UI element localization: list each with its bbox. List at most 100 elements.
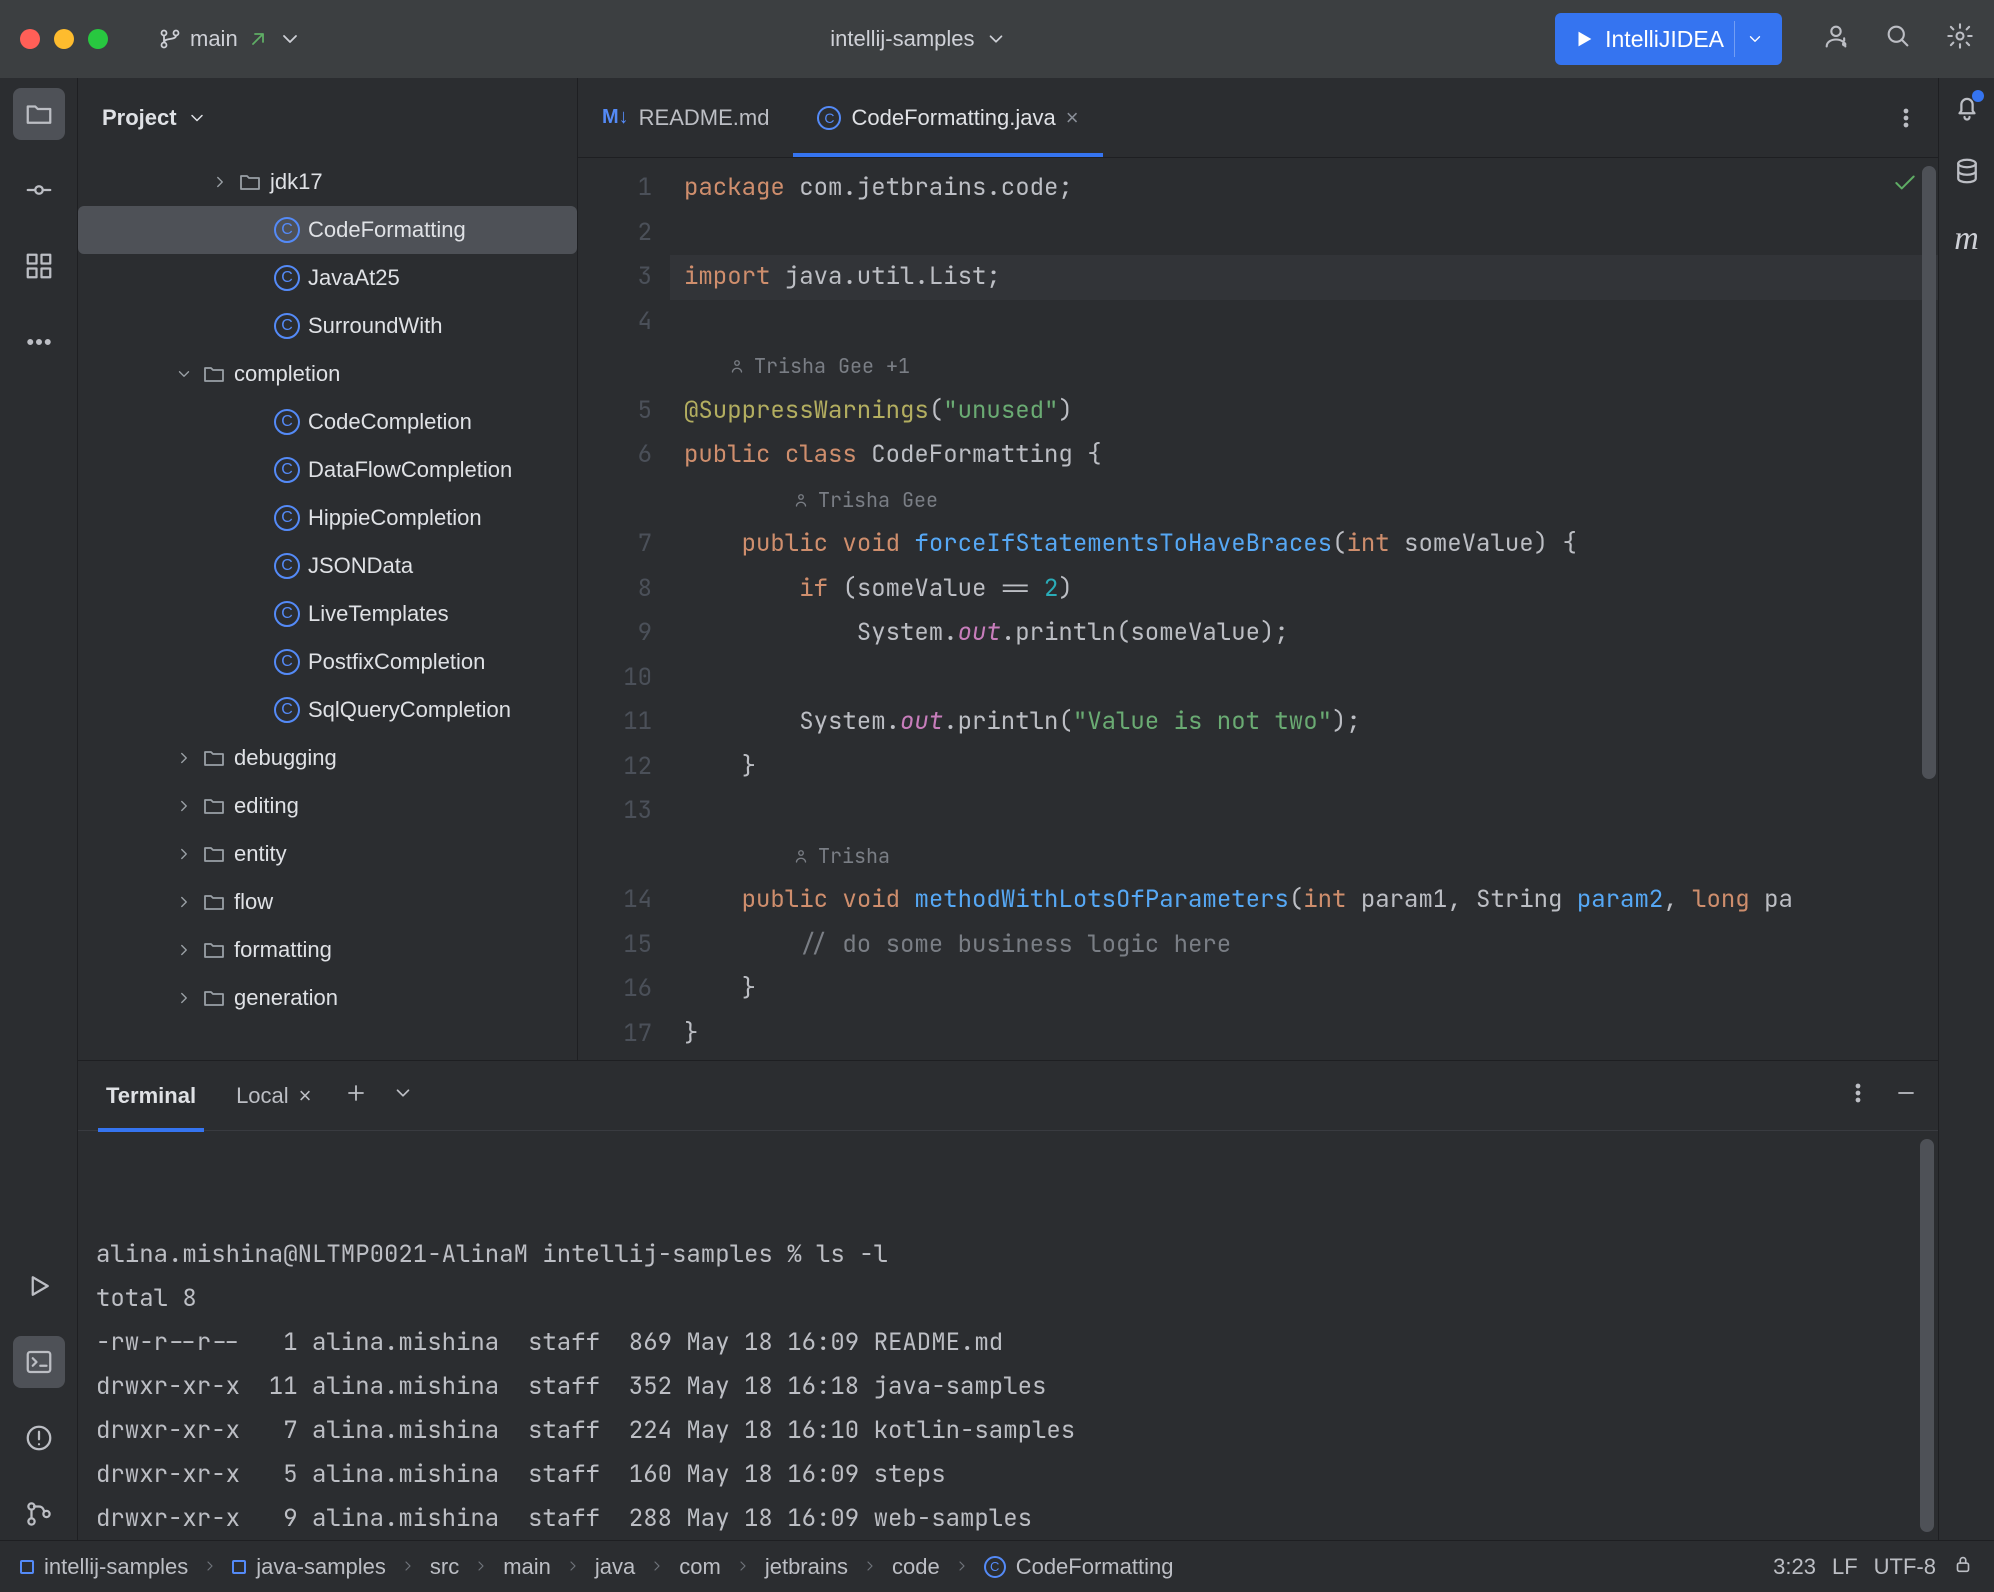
problems-tool[interactable] (13, 1412, 65, 1464)
hide-terminal[interactable] (1894, 1081, 1918, 1111)
tree-item[interactable]: CDataFlowCompletion (78, 446, 577, 494)
code-line[interactable]: package com.jetbrains.code; (684, 166, 1938, 211)
more-tools[interactable] (13, 316, 65, 368)
code-line[interactable]: // do some business logic here (684, 923, 1938, 968)
close-icon[interactable]: × (1066, 105, 1079, 131)
code-line[interactable]: public void forceIfStatementsToHaveBrace… (684, 522, 1938, 567)
code-line[interactable]: } (684, 967, 1938, 1012)
breadcrumb-item[interactable]: main (503, 1554, 551, 1580)
zoom-window[interactable] (88, 29, 108, 49)
code-line[interactable]: if (someValue == 2) (684, 567, 1938, 612)
tree-item[interactable]: CHippieCompletion (78, 494, 577, 542)
chevron-right-icon[interactable] (174, 893, 194, 911)
project-sidebar-header[interactable]: Project (78, 78, 577, 158)
tree-item[interactable]: CPostfixCompletion (78, 638, 577, 686)
code-line[interactable]: System.out.println(someValue); (684, 611, 1938, 656)
chevron-down-icon[interactable] (985, 28, 1007, 50)
breadcrumb-item[interactable]: com (679, 1554, 721, 1580)
terminal-title-tab[interactable]: Terminal (98, 1063, 204, 1132)
project-tree[interactable]: jdk17CCodeFormattingCJavaAt25CSurroundWi… (78, 158, 577, 1060)
code-editor[interactable]: 1234567891011121314151617 package com.je… (578, 158, 1938, 1060)
tree-item[interactable]: jdk17 (78, 158, 577, 206)
terminal-body[interactable]: alina.mishina@NLTMP0021-AlinaM intellij-… (78, 1131, 1938, 1540)
editor-tab[interactable]: M↓README.md (578, 78, 793, 157)
git-tool[interactable] (13, 1488, 65, 1540)
tabs-more[interactable] (1874, 78, 1938, 157)
vcs-branch[interactable]: main (158, 26, 302, 52)
breadcrumb-item[interactable]: java (595, 1554, 635, 1580)
close-icon[interactable]: × (299, 1083, 312, 1109)
gear-icon[interactable] (1946, 22, 1974, 56)
commit-tool[interactable] (13, 164, 65, 216)
terminal-scrollbar[interactable] (1920, 1139, 1934, 1532)
code-line[interactable] (684, 656, 1938, 701)
breadcrumb-item[interactable]: CCodeFormatting (984, 1554, 1174, 1580)
breadcrumb-item[interactable]: code (892, 1554, 940, 1580)
new-terminal-button[interactable] (344, 1081, 368, 1111)
database-tool[interactable] (1952, 156, 1982, 192)
tree-item[interactable]: flow (78, 878, 577, 926)
inspection-ok-icon[interactable] (1892, 170, 1918, 204)
tree-item[interactable]: formatting (78, 926, 577, 974)
notifications-tool[interactable] (1952, 92, 1982, 128)
author-hint[interactable]: Trisha Gee (684, 478, 1938, 523)
tree-item[interactable]: entity (78, 830, 577, 878)
breadcrumb-item[interactable]: jetbrains (765, 1554, 848, 1580)
chevron-down-icon[interactable] (174, 365, 194, 383)
code-line[interactable]: import java.util.List; (670, 255, 1938, 300)
breadcrumbs[interactable]: intellij-samples java-samples src main java c… (20, 1554, 1173, 1580)
file-encoding[interactable]: UTF-8 (1874, 1554, 1936, 1580)
tree-item[interactable]: CJavaAt25 (78, 254, 577, 302)
tree-item[interactable]: generation (78, 974, 577, 1022)
chevron-right-icon[interactable] (174, 941, 194, 959)
caret-position[interactable]: 3:23 (1773, 1554, 1816, 1580)
code-line[interactable]: } (684, 745, 1938, 790)
code-line[interactable] (684, 789, 1938, 834)
tree-item[interactable]: completion (78, 350, 577, 398)
code-line[interactable]: @SuppressWarnings("unused") (684, 389, 1938, 434)
line-separator[interactable]: LF (1832, 1554, 1858, 1580)
code-line[interactable] (684, 211, 1938, 256)
run-button[interactable]: IntelliJIDEA (1555, 13, 1782, 65)
minimize-window[interactable] (54, 29, 74, 49)
code-line[interactable] (684, 300, 1938, 345)
editor-tab[interactable]: CCodeFormatting.java× (793, 78, 1102, 157)
structure-tool[interactable] (13, 240, 65, 292)
gutter[interactable]: 1234567891011121314151617 (578, 158, 670, 1060)
terminal-session-tab[interactable]: Local × (228, 1061, 319, 1130)
tree-item[interactable]: CSurroundWith (78, 302, 577, 350)
run-dropdown[interactable] (1734, 21, 1764, 57)
code-line[interactable]: System.out.println("Value is not two"); (684, 700, 1938, 745)
chevron-right-icon[interactable] (174, 749, 194, 767)
code-line[interactable]: public void methodWithLotsOfParameters(i… (684, 878, 1938, 923)
terminal-tool[interactable] (13, 1336, 65, 1388)
code-line[interactable]: } (684, 1012, 1938, 1057)
tree-item[interactable]: CCodeFormatting (78, 206, 577, 254)
tree-item[interactable]: editing (78, 782, 577, 830)
code-lines[interactable]: package com.jetbrains.code; import java.u… (670, 158, 1938, 1060)
close-window[interactable] (20, 29, 40, 49)
code-line[interactable]: public class CodeFormatting { (684, 433, 1938, 478)
search-icon[interactable] (1884, 22, 1912, 56)
project-tool[interactable] (13, 88, 65, 140)
tree-item[interactable]: debugging (78, 734, 577, 782)
tree-item[interactable]: CSqlQueryCompletion (78, 686, 577, 734)
terminal-dropdown[interactable] (392, 1082, 414, 1110)
editor-scrollbar[interactable] (1922, 166, 1936, 779)
chevron-right-icon[interactable] (210, 173, 230, 191)
chevron-right-icon[interactable] (174, 989, 194, 1007)
chevron-right-icon[interactable] (174, 797, 194, 815)
breadcrumb-item[interactable]: java-samples (232, 1554, 386, 1580)
terminal-more[interactable] (1846, 1081, 1870, 1111)
tree-item[interactable]: CJSONData (78, 542, 577, 590)
tree-item[interactable]: CCodeCompletion (78, 398, 577, 446)
author-hint[interactable]: Trisha (684, 834, 1938, 879)
tree-item[interactable]: CLiveTemplates (78, 590, 577, 638)
author-hint[interactable]: Trisha Gee +1 (684, 344, 1938, 389)
project-title[interactable]: intellij-samples (830, 26, 974, 52)
readonly-lock-icon[interactable] (1952, 1553, 1974, 1581)
breadcrumb-item[interactable]: intellij-samples (20, 1554, 188, 1580)
maven-tool[interactable]: m (1954, 220, 1979, 258)
code-with-me-icon[interactable] (1822, 22, 1850, 56)
breadcrumb-item[interactable]: src (430, 1554, 459, 1580)
